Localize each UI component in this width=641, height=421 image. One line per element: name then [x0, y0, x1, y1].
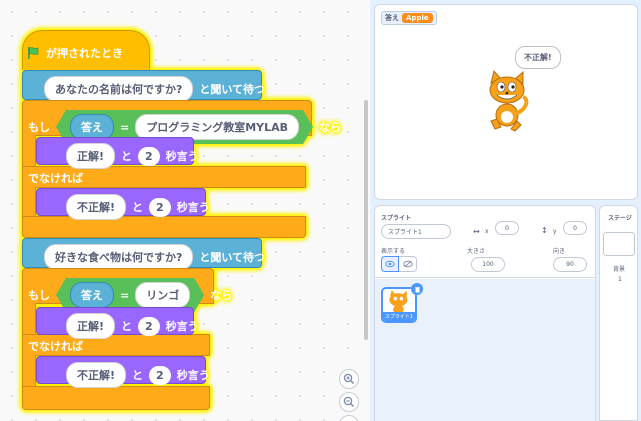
answer-reporter-2[interactable]: 答え — [70, 282, 114, 308]
show-label: 表示する — [381, 248, 406, 255]
say-mid-4: と — [132, 369, 144, 382]
then-label-1: なら — [319, 121, 342, 134]
say-mid-2: と — [132, 201, 144, 214]
if-label-1: もし — [28, 121, 50, 134]
stage-title: ステージ — [608, 215, 632, 222]
say-text-input-1[interactable]: 正解! — [66, 143, 116, 169]
zoom-in-button[interactable] — [339, 369, 359, 389]
else-row-1: でなければ — [28, 170, 83, 186]
eye-slash-icon — [402, 260, 413, 268]
compare-value-input-2[interactable]: リンゴ — [135, 282, 190, 308]
ask-row-2: 好きな食べ物は何ですか? と聞いて待つ — [44, 244, 265, 270]
ask-question-input-1[interactable]: あなたの名前は何ですか? — [44, 76, 194, 102]
say-text-input-2[interactable]: 不正解! — [66, 194, 127, 220]
zoom-out-button[interactable] — [339, 392, 359, 412]
then-label-2: なら — [210, 289, 233, 302]
direction-label: 向き — [553, 248, 566, 255]
sprite-title: スプライト — [381, 215, 412, 222]
monitor-value: Apple — [402, 13, 433, 23]
speech-bubble: 不正解! — [515, 46, 561, 69]
say-mid-1: と — [121, 150, 133, 163]
y-arrows-icon: ↕ — [541, 226, 548, 235]
backdrop-count: 1 — [618, 276, 622, 283]
stage-selector-panel[interactable]: ステージ 背景 1 — [599, 205, 638, 421]
y-input[interactable]: 0 — [563, 221, 587, 235]
zoom-reset-button[interactable] — [339, 415, 359, 421]
size-input[interactable]: 100 — [471, 257, 505, 272]
say-mid-3: と — [121, 320, 133, 333]
sprite-info: スプライト スプライト1 ↔ x 0 ↕ y 0 表示する 大きさ 100 向き… — [375, 206, 595, 278]
say-suffix-1: 秒言う — [165, 150, 199, 163]
say-text-input-4[interactable]: 不正解! — [66, 362, 127, 388]
sprite-thumbnail-caption: スプライト1 — [383, 312, 415, 321]
code-area-scrollbar[interactable] — [364, 100, 368, 340]
say-suffix-3: 秒言う — [165, 320, 199, 333]
if-label-2: もし — [28, 289, 50, 302]
x-arrows-icon: ↔ — [473, 227, 480, 236]
equals-sign-1: = — [120, 120, 130, 134]
say-secs-input-1[interactable]: 2 — [138, 146, 160, 166]
else-row-2: でなければ — [28, 338, 83, 354]
if-else-1-arm-bottom — [22, 187, 36, 217]
say-suffix-2: 秒言う — [176, 201, 210, 214]
if-else-2-foot — [22, 386, 210, 410]
say-suffix-4: 秒言う — [176, 369, 210, 382]
monitor-label: 答え — [385, 14, 399, 22]
eye-icon — [385, 260, 395, 268]
say-secs-input-3[interactable]: 2 — [138, 316, 160, 336]
say-row-4: 不正解! と 2 秒言う — [66, 362, 210, 388]
code-area[interactable]: が押されたとき あなたの名前は何ですか? と聞いて待つ もし 答え = プログラ… — [0, 0, 370, 421]
trash-icon — [414, 286, 420, 292]
when-flag-clicked-row: が押されたとき — [26, 45, 123, 61]
if-else-2-arm-bottom — [22, 355, 36, 387]
zoom-out-icon — [343, 396, 355, 408]
else-label-1: でなければ — [28, 172, 83, 185]
sprite-list: スプライト1 — [375, 279, 595, 421]
answer-monitor[interactable]: 答え Apple — [381, 11, 437, 25]
stage[interactable]: 答え Apple 不正解! — [374, 4, 638, 200]
say-text-input-3[interactable]: 正解! — [66, 313, 116, 339]
hat-label: が押されたとき — [46, 47, 123, 60]
cat-thumbnail-icon — [389, 290, 408, 313]
x-label: x — [485, 228, 489, 235]
y-label: y — [553, 228, 557, 235]
say-row-1: 正解! と 2 秒言う — [66, 143, 199, 169]
zoom-in-icon — [343, 373, 355, 385]
say-row-3: 正解! と 2 秒言う — [66, 313, 199, 339]
stage-thumbnail[interactable] — [603, 232, 635, 256]
delete-sprite-button[interactable] — [411, 283, 423, 295]
show-sprite-button[interactable] — [381, 256, 399, 272]
scratch-editor: が押されたとき あなたの名前は何ですか? と聞いて待つ もし 答え = プログラ… — [0, 0, 641, 421]
size-label: 大きさ — [467, 248, 486, 255]
say-secs-input-2[interactable]: 2 — [149, 197, 171, 217]
say-row-2: 不正解! と 2 秒言う — [66, 194, 210, 220]
else-label-2: でなければ — [28, 340, 83, 353]
green-flag-icon — [28, 47, 39, 59]
cat-sprite[interactable] — [483, 69, 533, 135]
say-secs-input-4[interactable]: 2 — [149, 365, 171, 385]
ask-question-input-2[interactable]: 好きな食べ物は何ですか? — [44, 244, 194, 270]
sprite-info-panel: スプライト スプライト1 ↔ x 0 ↕ y 0 表示する 大きさ 100 向き… — [374, 205, 596, 421]
x-input[interactable]: 0 — [495, 221, 519, 235]
direction-input[interactable]: 90 — [553, 257, 587, 272]
hide-sprite-button[interactable] — [399, 256, 417, 272]
sprite-name-input[interactable]: スプライト1 — [381, 224, 451, 239]
ask-row-1: あなたの名前は何ですか? と聞いて待つ — [44, 76, 265, 102]
backdrop-label: 背景 — [613, 266, 626, 273]
ask-suffix-1: と聞いて待つ — [199, 83, 266, 96]
ask-suffix-2: と聞いて待つ — [199, 251, 266, 264]
equals-sign-2: = — [120, 288, 130, 302]
